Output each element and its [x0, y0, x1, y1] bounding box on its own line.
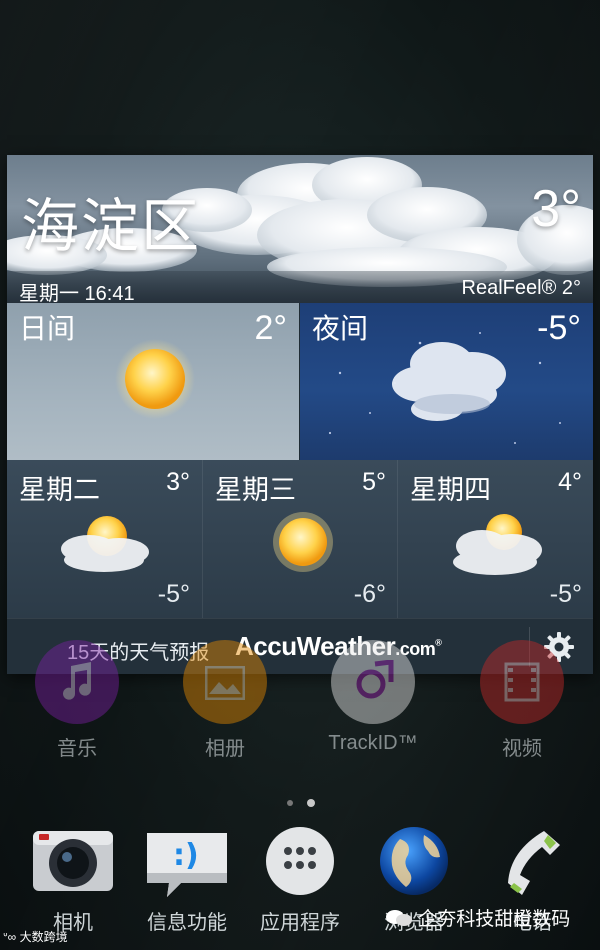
sun-behind-cloud-icon: [453, 514, 542, 575]
dock-messaging[interactable]: :) 信息功能: [145, 825, 229, 934]
globe-icon: [380, 827, 448, 895]
day-label: 日间: [19, 313, 76, 344]
day-panel[interactable]: 日间 2°: [7, 303, 299, 460]
app-icon-bg: [480, 640, 564, 724]
forecast-high: 5°: [362, 468, 386, 496]
app-label: 视频: [502, 738, 542, 760]
forecast-day-1[interactable]: 星期二 3° -5°: [7, 460, 202, 618]
dock-phone[interactable]: 电话: [490, 825, 574, 934]
forecast-row: 星期二 3° -5° 星期三 5° -6° 星期四 4° -5°: [7, 460, 593, 618]
current-info-bar: 星期一 16:41 RealFeel® 2°: [7, 271, 593, 303]
app-album[interactable]: 相册: [165, 640, 285, 761]
forecast-high: 4°: [558, 468, 582, 496]
current-weather-panel[interactable]: 海淀区 3° 星期一 16:41 RealFeel® 2°: [7, 155, 593, 303]
forecast-day-name: 星期二: [19, 475, 100, 505]
watermark-wechat: 企夯科技甜橙数码: [385, 904, 570, 931]
watermark-corner: ᐡ∞ 大数跨境: [3, 928, 68, 945]
app-icon-bg: [183, 640, 267, 724]
dock-app-drawer[interactable]: 应用程序: [258, 825, 342, 934]
forecast-high: 3°: [166, 468, 190, 496]
app-video[interactable]: 视频: [462, 640, 582, 761]
phone-icon: [508, 831, 560, 895]
sun-icon: [115, 339, 195, 419]
music-note-icon: [63, 662, 91, 700]
night-temperature: -5°: [537, 309, 581, 347]
svg-text::): :): [173, 838, 199, 873]
dock-browser[interactable]: 浏览器: [372, 825, 456, 934]
sun-behind-cloud-icon: [61, 516, 149, 572]
cloud-night-icon: [392, 342, 506, 421]
page-indicator[interactable]: [283, 798, 323, 810]
page-dot: [287, 800, 293, 806]
current-temperature: 3°: [531, 180, 581, 238]
day-time: 星期一 16:41: [19, 283, 135, 303]
forecast-day-name: 星期三: [215, 475, 296, 505]
watermark-corner-text: 大数跨境: [19, 930, 68, 944]
accuweather-logo-mark: ®: [435, 637, 442, 648]
app-label: 音乐: [57, 738, 97, 760]
night-label: 夜间: [312, 313, 369, 344]
forecast-low: -5°: [157, 580, 190, 608]
app-trackid[interactable]: TrackID™: [313, 640, 433, 755]
app-icon-bg: [35, 640, 119, 724]
city-name: 海淀区: [21, 194, 202, 259]
app-label: 相册: [205, 738, 245, 760]
realfeel-temperature: RealFeel® 2°: [461, 277, 581, 299]
app-icon-bg: [331, 640, 415, 724]
forecast-low: -6°: [353, 580, 386, 608]
watermark-text: 企夯科技甜橙数码: [418, 909, 571, 930]
forecast-day-name: 星期四: [410, 475, 491, 505]
watermark-logo: ᐡ∞: [3, 930, 17, 944]
page-dot-active: [307, 799, 315, 807]
weather-widget[interactable]: 海淀区 3° 星期一 16:41 RealFeel® 2° 日间 2° 夜间 -…: [7, 155, 593, 674]
trackid-icon: [356, 660, 394, 699]
forecast-low: -5°: [549, 580, 582, 608]
forecast-day-2[interactable]: 星期三 5° -6°: [202, 460, 398, 618]
camera-icon: [33, 831, 113, 891]
message-icon: :): [147, 833, 227, 897]
film-icon: [504, 662, 540, 702]
app-drawer-icon: [266, 827, 334, 895]
forecast-day-3[interactable]: 星期四 4° -5°: [397, 460, 593, 618]
day-temperature: 2°: [254, 309, 287, 347]
photo-album-icon: [205, 666, 245, 700]
day-night-row: 日间 2° 夜间 -5°: [7, 303, 593, 460]
app-music[interactable]: 音乐: [17, 640, 137, 761]
app-label: TrackID™: [328, 732, 418, 754]
wechat-icon: [385, 908, 413, 928]
night-panel[interactable]: 夜间 -5°: [300, 303, 593, 460]
dock-camera[interactable]: 相机: [31, 825, 115, 934]
sun-icon: [273, 512, 333, 572]
